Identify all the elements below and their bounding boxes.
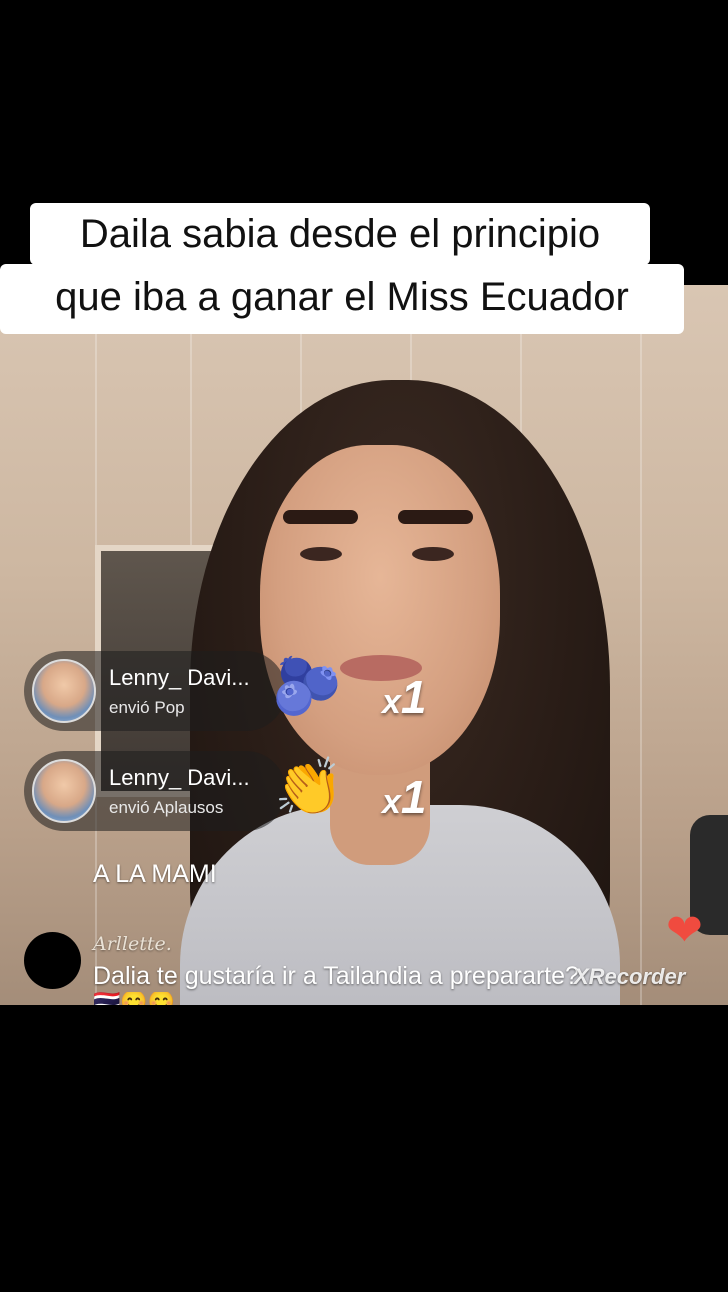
chat-username[interactable]: Arllette.: [93, 933, 172, 955]
streamer-left-brow: [283, 510, 358, 524]
chat-comment: A LA MAMI: [93, 860, 217, 888]
gift-sender-username: Lenny_ Davi...: [109, 665, 250, 690]
clapping-hands-icon: 👏: [274, 755, 344, 818]
gift-combo-counter: x1: [382, 770, 427, 824]
pop-gift-icon: 🫐: [272, 654, 342, 717]
gift-sent-text: envió Pop: [109, 698, 185, 717]
chat-comment-text: Dalia te gustaría ir a Tailandia a prepa…: [93, 962, 579, 990]
chat-comment-emoji: 🇹🇭😊😊: [93, 992, 176, 1005]
xrecorder-watermark: XRecorder: [574, 964, 686, 989]
avatar[interactable]: [32, 659, 96, 723]
combo-count: 1: [400, 771, 427, 823]
live-video: [0, 285, 728, 1005]
gift-sent-text: envió Aplausos: [109, 798, 224, 817]
avatar[interactable]: [32, 759, 96, 823]
gift-notification[interactable]: Lenny_ Davi... envió Pop: [24, 651, 286, 731]
avatar[interactable]: [24, 932, 81, 989]
gift-sender-username: Lenny_ Davi...: [109, 765, 250, 790]
gift-combo-counter: x1: [382, 670, 427, 724]
combo-count: 1: [400, 671, 427, 723]
streamer-left-eye: [300, 547, 342, 561]
streamer-right-brow: [398, 510, 473, 524]
wall-panel-line: [640, 285, 642, 1005]
combo-prefix: x: [382, 683, 401, 721]
streamer-right-eye: [412, 547, 454, 561]
combo-prefix: x: [382, 783, 401, 821]
caption-line-1: Daila sabia desde el principio: [30, 203, 650, 265]
gift-notification[interactable]: Lenny_ Davi... envió Aplausos: [24, 751, 286, 831]
heart-icon: ❤: [666, 906, 703, 955]
streamer-face: [260, 445, 500, 775]
caption-line-2: que iba a ganar el Miss Ecuador: [0, 264, 684, 334]
